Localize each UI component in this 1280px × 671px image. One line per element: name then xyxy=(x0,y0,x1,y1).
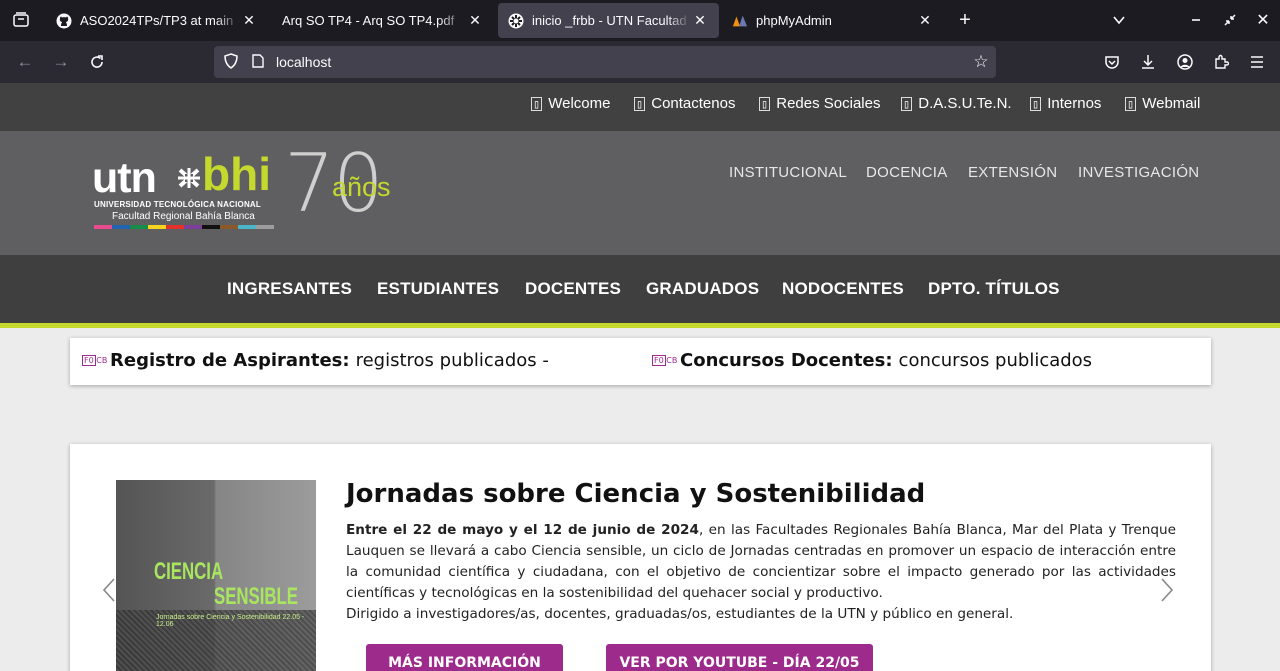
top-link-contactenos[interactable]: ▯ Contactenos xyxy=(634,95,735,112)
broken-glyph-icon: F0 CB xyxy=(82,355,108,366)
close-tab-icon[interactable]: ✕ xyxy=(240,12,258,29)
download-icon[interactable] xyxy=(1134,48,1162,76)
poster-title: SENSIBLE xyxy=(214,583,299,610)
nav-dpto-titulos[interactable]: DPTO. TÍTULOS xyxy=(928,279,1060,299)
logo-faculty-name: Facultad Regional Bahía Blanca xyxy=(112,211,255,222)
minimize-icon[interactable] xyxy=(1182,6,1210,34)
tab-github[interactable]: ASO2024TPs/TP3 at main · Ga ✕ xyxy=(46,3,268,38)
youtube-button[interactable]: VER POR YOUTUBE - DÍA 22/05 xyxy=(606,644,873,671)
top-link-label: Internos xyxy=(1047,95,1102,112)
top-link-label: Welcome xyxy=(548,95,611,112)
header-link-extension[interactable]: EXTENSIÓN xyxy=(968,164,1057,181)
pocket-icon[interactable] xyxy=(1098,48,1126,76)
tab-list-chevron-down-icon[interactable] xyxy=(1105,6,1133,34)
url-text[interactable]: localhost xyxy=(276,54,966,70)
poster-title: CIENCIA xyxy=(154,558,224,585)
top-link-webmail[interactable]: ▯ Webmail xyxy=(1125,95,1200,112)
header-link-docencia[interactable]: DOCENCIA xyxy=(866,164,948,181)
logo-color-strip xyxy=(94,225,274,229)
ticker-item-aspirantes[interactable]: F0 CB Registro de Aspirantes: registros … xyxy=(82,350,549,371)
utn-emblem-icon xyxy=(178,168,200,193)
firefox-view-icon[interactable] xyxy=(7,6,35,34)
tab-pdf[interactable]: Arq SO TP4 - Arq SO TP4.pdf ✕ xyxy=(272,3,494,38)
main-nav: INGRESANTES ESTUDIANTES DOCENTES GRADUAD… xyxy=(0,255,1280,328)
tab-utn[interactable]: inicio _frbb - UTN Facultad Re ✕ xyxy=(498,3,719,38)
broken-glyph-icon: F0 CB xyxy=(652,355,678,366)
site-header: utn bhi UNIVERSIDAD TECNOLÓGICA NACIONAL… xyxy=(0,131,1280,255)
shield-icon[interactable] xyxy=(216,52,246,72)
logo-university-name: UNIVERSIDAD TECNOLÓGICA NACIONAL xyxy=(94,200,261,209)
poster-subtitle: Jornadas sobre Ciencia y Sostenibilidad … xyxy=(156,614,305,628)
carousel-prev-chevron-icon[interactable] xyxy=(102,577,116,610)
top-link-label: Redes Sociales xyxy=(776,95,881,112)
broken-glyph-icon: ▯ xyxy=(759,96,771,111)
extensions-icon[interactable] xyxy=(1207,48,1235,76)
utn-icon xyxy=(508,13,524,29)
ticker-text: concursos publicados xyxy=(898,350,1093,371)
github-icon xyxy=(56,13,72,29)
utn-bhi-logo[interactable]: utn bhi UNIVERSIDAD TECNOLÓGICA NACIONAL… xyxy=(92,141,422,237)
close-window-icon[interactable]: ✕ xyxy=(1249,6,1277,34)
browser-nav-bar: ← → localhost ☆ xyxy=(0,41,1280,83)
new-tab-icon[interactable]: + xyxy=(951,6,979,34)
news-body: Entre el 22 de mayo y el 12 de junio de … xyxy=(346,520,1176,625)
top-link-label: D.A.S.U.Te.N. xyxy=(918,95,1012,112)
bookmark-star-icon[interactable]: ☆ xyxy=(966,52,996,72)
more-info-button[interactable]: MÁS INFORMACIÓN xyxy=(366,644,563,671)
ticker-label: Registro de Aspirantes: xyxy=(110,350,350,371)
forward-arrow-icon[interactable]: → xyxy=(47,48,75,76)
broken-glyph-icon: ▯ xyxy=(1125,96,1137,111)
top-link-dasuten[interactable]: ▯ D.A.S.U.Te.N. xyxy=(901,95,1012,112)
url-bar[interactable]: localhost ☆ xyxy=(214,46,996,78)
broken-glyph-icon: ▯ xyxy=(1030,96,1042,111)
tab-phpmyadmin[interactable]: phpMyAdmin ✕ xyxy=(722,3,944,38)
news-ticker: F0 CB Registro de Aspirantes: registros … xyxy=(70,338,1211,385)
tab-title: phpMyAdmin xyxy=(756,13,832,28)
account-icon[interactable] xyxy=(1171,48,1199,76)
nav-docentes[interactable]: DOCENTES xyxy=(525,279,621,299)
top-link-internos[interactable]: ▯ Internos xyxy=(1030,95,1101,112)
news-poster-image[interactable]: CIENCIA SENSIBLE Jornadas sobre Ciencia … xyxy=(116,480,316,671)
tab-title: Arq SO TP4 - Arq SO TP4.pdf xyxy=(282,13,455,28)
back-arrow-icon[interactable]: ← xyxy=(11,48,39,76)
close-tab-icon[interactable]: ✕ xyxy=(916,12,934,29)
tab-title: ASO2024TPs/TP3 at main · Ga xyxy=(80,13,240,28)
nav-nodocentes[interactable]: NODOCENTES xyxy=(782,279,904,299)
tab-title: inicio _frbb - UTN Facultad Re xyxy=(532,13,691,28)
news-paragraph: Dirigido a investigadores/as, docentes, … xyxy=(346,606,1014,622)
news-paragraph: Entre el 22 de mayo y el 12 de junio de … xyxy=(346,520,1176,604)
top-link-label: Webmail xyxy=(1142,95,1201,112)
logo-bhi-text: bhi xyxy=(202,148,271,200)
close-tab-icon[interactable]: ✕ xyxy=(466,12,484,29)
news-date-range: Entre el 22 de mayo y el 12 de junio de … xyxy=(346,522,699,538)
news-carousel-card: CIENCIA SENSIBLE Jornadas sobre Ciencia … xyxy=(70,444,1211,671)
broken-glyph-icon: ▯ xyxy=(531,96,543,111)
broken-glyph-icon: ▯ xyxy=(634,96,646,111)
logo-anos-text: años xyxy=(332,172,391,202)
phpmyadmin-icon xyxy=(732,13,748,29)
site-top-bar: ▯ Welcome ▯ Contactenos ▯ Redes Sociales ▯ D… xyxy=(0,83,1280,131)
reload-icon[interactable] xyxy=(83,48,111,76)
restore-icon[interactable] xyxy=(1216,6,1244,34)
header-link-institucional[interactable]: INSTITUCIONAL xyxy=(729,164,847,181)
top-link-redes-sociales[interactable]: ▯ Redes Sociales xyxy=(759,95,880,112)
broken-glyph-icon: ▯ xyxy=(901,96,913,111)
nav-ingresantes[interactable]: INGRESANTES xyxy=(227,279,352,299)
close-tab-icon[interactable]: ✕ xyxy=(691,12,709,29)
news-title: Jornadas sobre Ciencia y Sostenibilidad xyxy=(346,479,926,509)
page-content: F0 CB Registro de Aspirantes: registros … xyxy=(0,328,1280,671)
page-icon[interactable] xyxy=(246,53,270,71)
ticker-text: registros publicados - xyxy=(355,350,549,371)
carousel-next-chevron-icon[interactable] xyxy=(1160,577,1174,610)
logo-utn-text: utn xyxy=(92,154,157,202)
top-link-label: Contactenos xyxy=(651,95,736,112)
nav-graduados[interactable]: GRADUADOS xyxy=(646,279,759,299)
menu-hamburger-icon[interactable] xyxy=(1243,48,1271,76)
top-link-welcome[interactable]: ▯ Welcome xyxy=(531,95,610,112)
header-link-investigacion[interactable]: INVESTIGACIÓN xyxy=(1078,164,1199,181)
ticker-label: Concursos Docentes: xyxy=(680,350,893,371)
ticker-item-concursos[interactable]: F0 CB Concursos Docentes: concursos publ… xyxy=(652,350,1092,371)
browser-tab-bar: ASO2024TPs/TP3 at main · Ga ✕ Arq SO TP4… xyxy=(0,0,1280,41)
nav-estudiantes[interactable]: ESTUDIANTES xyxy=(377,279,499,299)
